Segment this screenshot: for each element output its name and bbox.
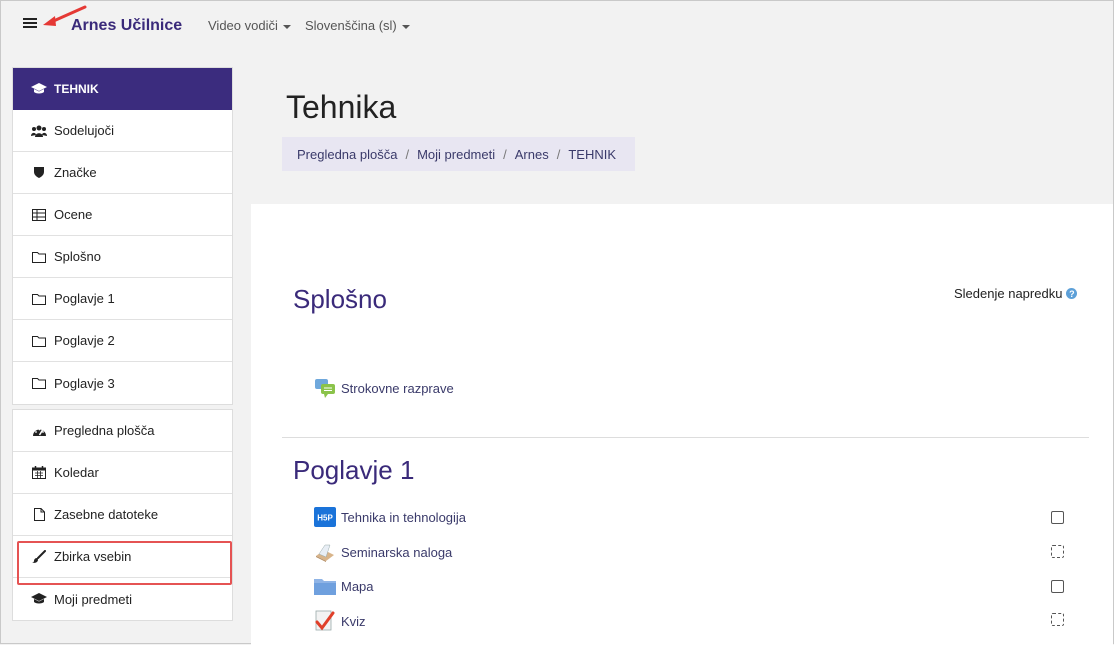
h5p-icon: H5P	[314, 506, 336, 528]
section-title-general[interactable]: Splošno	[293, 284, 387, 315]
language-menu[interactable]: Slovenščina (sl)	[305, 18, 410, 33]
activity-label: Seminarska naloga	[341, 544, 453, 560]
sidebar-item-chapter-1[interactable]: Poglavje 1	[13, 278, 232, 320]
sidebar-item-label: Koledar	[54, 465, 99, 480]
paintbrush-icon	[31, 550, 47, 564]
folder-icon	[31, 292, 47, 306]
sidebar-item-tehnik[interactable]: TEHNIK	[13, 68, 232, 110]
progress-tracking-label: Sledenje napredku	[954, 286, 1063, 301]
completion-auto-checkbox[interactable]	[1051, 545, 1064, 558]
completion-auto-checkbox[interactable]	[1051, 613, 1064, 626]
sidebar-item-label: Zbirka vsebin	[54, 549, 132, 564]
course-content: Splošno Sledenje napredku ? Strokovne ra…	[251, 204, 1113, 645]
sidebar-item-label: Značke	[54, 165, 97, 180]
folder-icon	[31, 250, 47, 264]
section-divider	[282, 437, 1089, 438]
caret-down-icon	[282, 24, 291, 29]
breadcrumb-separator: /	[503, 146, 507, 162]
folder-icon	[31, 376, 47, 390]
activity-folder[interactable]: Mapa	[314, 575, 374, 597]
sidebar-item-my-courses[interactable]: Moji predmeti	[13, 578, 232, 620]
sidebar-item-label: Pregledna plošča	[54, 423, 155, 438]
graduation-cap-icon	[31, 82, 47, 96]
site-nav-group: Pregledna plošča Koledar Zasebne datotek…	[12, 409, 233, 621]
activity-assignment[interactable]: Seminarska naloga	[314, 541, 452, 563]
breadcrumb-my-courses[interactable]: Moji predmeti	[417, 147, 495, 162]
sidebar-item-chapter-2[interactable]: Poglavje 2	[13, 320, 232, 362]
top-navbar: Arnes Učilnice Video vodiči Slovenščina …	[1, 1, 1113, 51]
sidebar-item-label: Splošno	[54, 249, 101, 264]
sidebar-item-label: Poglavje 2	[54, 333, 115, 348]
sidebar-item-label: Poglavje 1	[54, 291, 115, 306]
progress-tracking: Sledenje napredku ?	[954, 286, 1078, 301]
shield-icon	[31, 166, 47, 180]
sidebar-item-badges[interactable]: Značke	[13, 152, 232, 194]
completion-checkbox[interactable]	[1051, 580, 1064, 593]
calendar-icon	[31, 466, 47, 480]
svg-text:H5P: H5P	[317, 514, 333, 523]
site-brand-link[interactable]: Arnes Učilnice	[71, 17, 182, 35]
sidebar-item-general[interactable]: Splošno	[13, 236, 232, 278]
activity-h5p[interactable]: H5P Tehnika in tehnologija	[314, 506, 466, 528]
breadcrumb-arnes[interactable]: Arnes	[515, 147, 549, 162]
sidebar-item-participants[interactable]: Sodelujoči	[13, 110, 232, 152]
sidebar-item-calendar[interactable]: Koledar	[13, 452, 232, 494]
breadcrumb-tehnik[interactable]: TEHNIK	[568, 147, 616, 162]
video-guides-label: Video vodiči	[208, 18, 278, 33]
sidebar-item-dashboard[interactable]: Pregledna plošča	[13, 410, 232, 452]
sidebar-item-label: Ocene	[54, 207, 93, 222]
sidebar-item-label: TEHNIK	[54, 81, 99, 96]
graduation-cap-icon	[31, 592, 47, 606]
folder-icon	[31, 334, 47, 348]
help-icon[interactable]: ?	[1066, 288, 1078, 299]
assignment-icon	[314, 541, 336, 563]
page-title: Tehnika	[286, 89, 397, 125]
section-title-chapter-1[interactable]: Poglavje 1	[293, 455, 414, 486]
sidebar-item-label: Moji predmeti	[54, 591, 133, 607]
activity-label: Mapa	[341, 578, 374, 594]
breadcrumb: Pregledna plošča / Moji predmeti / Arnes…	[282, 137, 635, 171]
file-icon	[31, 508, 47, 522]
activity-forum[interactable]: Strokovne razprave	[314, 377, 454, 399]
sidebar-nav-drawer: TEHNIK Sodelujoči Značke Ocene Splošno P…	[12, 67, 233, 621]
table-icon	[31, 208, 47, 222]
activity-label: Strokovne razprave	[341, 380, 454, 396]
activity-label: Kviz	[341, 613, 366, 629]
activity-quiz[interactable]: Kviz	[314, 610, 366, 632]
sidebar-item-grades[interactable]: Ocene	[13, 194, 232, 236]
breadcrumb-dashboard[interactable]: Pregledna plošča	[297, 147, 397, 162]
breadcrumb-separator: /	[556, 146, 561, 162]
activity-label: Tehnika in tehnologija	[341, 509, 467, 525]
dashboard-icon	[31, 424, 47, 438]
users-icon	[31, 124, 47, 138]
forum-icon	[314, 377, 336, 399]
language-label: Slovenščina (sl)	[305, 18, 397, 33]
sidebar-item-chapter-3[interactable]: Poglavje 3	[13, 362, 232, 404]
sidebar-item-content-bank[interactable]: Zbirka vsebin	[13, 536, 232, 578]
sidebar-item-label: Sodelujoči	[54, 123, 114, 138]
sidebar-item-label: Zasebne datoteke	[54, 507, 159, 522]
hamburger-menu-icon[interactable]	[23, 16, 37, 30]
sidebar-item-label: Poglavje 3	[54, 375, 115, 391]
video-guides-menu[interactable]: Video vodiči	[208, 18, 291, 33]
folder-icon	[314, 575, 336, 597]
completion-checkbox[interactable]	[1051, 511, 1064, 524]
quiz-icon	[314, 610, 336, 632]
course-nav-group: TEHNIK Sodelujoči Značke Ocene Splošno P…	[12, 67, 233, 405]
breadcrumb-separator: /	[405, 146, 410, 162]
caret-down-icon	[401, 24, 410, 29]
sidebar-item-private-files[interactable]: Zasebne datoteke	[13, 494, 232, 536]
